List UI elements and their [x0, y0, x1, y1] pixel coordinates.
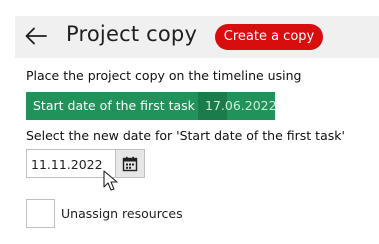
calendar-button[interactable] [116, 149, 145, 178]
mouse-pointer-icon [103, 170, 118, 191]
placement-label: Place the project copy on the timeline u… [26, 68, 302, 83]
unassign-resources-checkbox[interactable] [26, 199, 55, 228]
placement-option-label: Start date of the first task [33, 98, 195, 113]
arrow-left-icon [25, 27, 47, 45]
unassign-resources-label: Unassign resources [61, 206, 183, 221]
placement-option-date: 17.06.2022 [205, 98, 277, 113]
page-title: Project copy [66, 22, 198, 46]
new-date-label: Select the new date for 'Start date of t… [26, 128, 345, 143]
calendar-icon [122, 156, 138, 171]
header-bar: Project copy Create a copy [15, 16, 379, 58]
back-button[interactable] [23, 23, 49, 49]
placement-option-selected[interactable]: Start date of the first task 17.06.2022 [26, 92, 277, 120]
date-input[interactable] [31, 155, 111, 173]
create-copy-button[interactable]: Create a copy [215, 24, 323, 50]
